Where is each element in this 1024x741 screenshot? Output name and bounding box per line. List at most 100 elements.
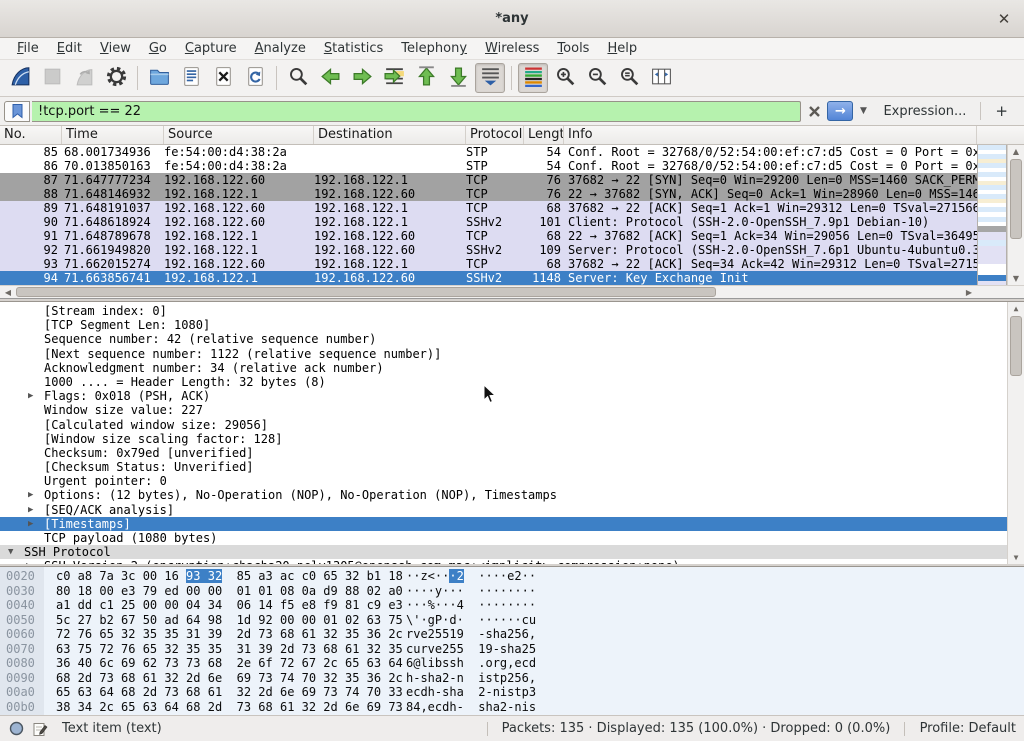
packet-row-94[interactable]: 9471.663856741192.168.122.1192.168.122.6… [0,271,977,285]
expand-icon[interactable]: ▶ [28,517,33,531]
menu-item-capture[interactable]: Capture [176,39,246,58]
status-profile[interactable]: Profile: Default [920,721,1016,736]
go-first-button[interactable] [411,63,441,93]
detail-line[interactable]: ▶[SEQ/ACK analysis] [0,503,1024,517]
packet-row-85[interactable]: 8568.001734936fe:54:00:d4:38:2aSTP54Conf… [0,145,977,159]
zoom-reset-button[interactable] [614,63,644,93]
hex-row-00a0[interactable]: 00a065 63 64 68 2d 73 68 61 32 2d 6e 69 … [0,685,1024,700]
scroll-minimap[interactable] [977,145,1007,285]
start-capture-button[interactable] [5,63,35,93]
capture-comment-button[interactable] [30,719,50,739]
column-header-source[interactable]: Source [164,126,314,144]
hex-row-0080[interactable]: 008036 40 6c 69 62 73 73 68 2e 6f 72 67 … [0,656,1024,671]
hex-row-0030[interactable]: 003080 18 00 e3 79 ed 00 00 01 01 08 0a … [0,584,1024,599]
scroll-up-icon[interactable]: ▲ [1008,145,1024,158]
packet-row-93[interactable]: 9371.662015274192.168.122.60192.168.122.… [0,257,977,271]
scroll-down-icon[interactable]: ▼ [1008,272,1024,285]
expand-icon[interactable]: ▶ [26,559,31,564]
detail-line[interactable]: Urgent pointer: 0 [0,474,1024,488]
detail-line[interactable]: Sequence number: 42 (relative sequence n… [0,332,1024,346]
open-file-button[interactable] [144,63,174,93]
detail-line[interactable]: [Calculated window size: 29056] [0,418,1024,432]
go-back-button[interactable] [315,63,345,93]
scroll-up-icon[interactable]: ▲ [1008,302,1024,315]
packet-row-87[interactable]: 8771.647777234192.168.122.60192.168.122.… [0,173,977,187]
menu-item-file[interactable]: File [8,39,48,58]
reload-file-button[interactable] [240,63,270,93]
hex-row-0050[interactable]: 00505c 27 b2 67 50 ad 64 98 1d 92 00 00 … [0,613,1024,628]
display-filter-input[interactable]: !tcp.port == 22 [32,101,801,122]
column-header-time[interactable]: Time [62,126,164,144]
detail-line[interactable]: [TCP Segment Len: 1080] [0,318,1024,332]
go-to-packet-button[interactable] [379,63,409,93]
expand-icon[interactable]: ▶ [28,488,33,502]
hex-row-0040[interactable]: 0040a1 dd c1 25 00 00 04 34 06 14 f5 e8 … [0,598,1024,613]
hex-row-0070[interactable]: 007063 75 72 76 65 32 35 35 31 39 2d 73 … [0,642,1024,657]
detail-line[interactable]: [Stream index: 0] [0,304,1024,318]
menu-item-statistics[interactable]: Statistics [315,39,392,58]
expand-icon[interactable]: ▶ [28,503,33,517]
filter-apply-button[interactable]: → [827,101,853,121]
filter-dropdown-button[interactable]: ▼ [855,101,871,121]
resize-columns-button[interactable] [646,63,676,93]
expand-icon[interactable]: ▶ [28,389,33,403]
detail-line[interactable]: [Window size scaling factor: 128] [0,432,1024,446]
scroll-right-icon[interactable]: ▶ [963,286,975,299]
packet-list-hscrollbar[interactable]: ◀ ▶ [0,285,1024,298]
scroll-down-icon[interactable]: ▼ [1008,551,1024,564]
detail-line[interactable]: [Checksum Status: Unverified] [0,460,1024,474]
collapse-icon[interactable]: ▼ [8,545,13,559]
vscroll-thumb[interactable] [1010,316,1022,376]
zoom-out-button[interactable] [582,63,612,93]
detail-line[interactable]: 1000 .... = Header Length: 32 bytes (8) [0,375,1024,389]
menu-item-telephony[interactable]: Telephony [392,39,476,58]
packet-row-90[interactable]: 9071.648618924192.168.122.60192.168.122.… [0,215,977,229]
detail-line[interactable]: Window size value: 227 [0,403,1024,417]
detail-line[interactable]: TCP payload (1080 bytes) [0,531,1024,545]
hscroll-thumb[interactable] [16,287,716,297]
vscroll-thumb[interactable] [1010,159,1022,239]
title-bar[interactable]: *any ✕ [0,0,1024,38]
zoom-in-button[interactable] [550,63,580,93]
menu-item-help[interactable]: Help [598,39,646,58]
close-button[interactable]: ✕ [992,7,1016,31]
detail-line[interactable]: Acknowledgment number: 34 (relative ack … [0,361,1024,375]
menu-item-wireless[interactable]: Wireless [476,39,548,58]
hex-row-0060[interactable]: 006072 76 65 32 35 35 31 39 2d 73 68 61 … [0,627,1024,642]
save-file-button[interactable] [176,63,206,93]
packet-row-86[interactable]: 8670.013850163fe:54:00:d4:38:2aSTP54Conf… [0,159,977,173]
filter-bookmark-button[interactable] [4,101,30,122]
hex-row-00b0[interactable]: 00b038 34 2c 65 63 64 68 2d 73 68 61 32 … [0,700,1024,715]
expert-info-button[interactable] [6,719,26,739]
go-forward-button[interactable] [347,63,377,93]
packet-row-91[interactable]: 9171.648789678192.168.122.1192.168.122.6… [0,229,977,243]
menu-item-edit[interactable]: Edit [48,39,91,58]
colorize-button[interactable] [518,63,548,93]
packet-row-88[interactable]: 8871.648146932192.168.122.1192.168.122.6… [0,187,977,201]
detail-line[interactable]: ▶SSH Version 2 (encryption:chacha20-poly… [0,559,1024,564]
detail-line[interactable]: [Next sequence number: 1122 (relative se… [0,347,1024,361]
menu-item-analyze[interactable]: Analyze [246,39,315,58]
packet-row-92[interactable]: 9271.661949820192.168.122.1192.168.122.6… [0,243,977,257]
hex-row-0020[interactable]: 0020c0 a8 7a 3c 00 16 93 32 85 a3 ac c0 … [0,569,1024,584]
column-header-no[interactable]: No. [0,126,62,144]
packet-list-vscrollbar[interactable]: ▲ ▼ [1007,145,1024,285]
menu-item-go[interactable]: Go [140,39,176,58]
expression-button[interactable]: Expression... [873,104,976,119]
capture-options-button[interactable] [101,63,131,93]
column-header-protocol[interactable]: Protocol [466,126,524,144]
menu-item-view[interactable]: View [91,39,140,58]
go-last-button[interactable] [443,63,473,93]
hex-row-0090[interactable]: 009068 2d 73 68 61 32 2d 6e 69 73 74 70 … [0,671,1024,686]
scroll-left-icon[interactable]: ◀ [2,286,14,299]
find-packet-button[interactable] [283,63,313,93]
filter-clear-button[interactable] [803,101,825,122]
details-vscrollbar[interactable]: ▲ ▼ [1007,302,1024,564]
menu-item-tools[interactable]: Tools [548,39,598,58]
column-header-destination[interactable]: Destination [314,126,466,144]
column-header-length[interactable]: Length [524,126,564,144]
detail-line[interactable]: Checksum: 0x79ed [unverified] [0,446,1024,460]
detail-line[interactable]: ▶[Timestamps] [0,517,1024,531]
packet-row-89[interactable]: 8971.648191037192.168.122.60192.168.122.… [0,201,977,215]
detail-line[interactable]: ▼SSH Protocol [0,545,1024,559]
